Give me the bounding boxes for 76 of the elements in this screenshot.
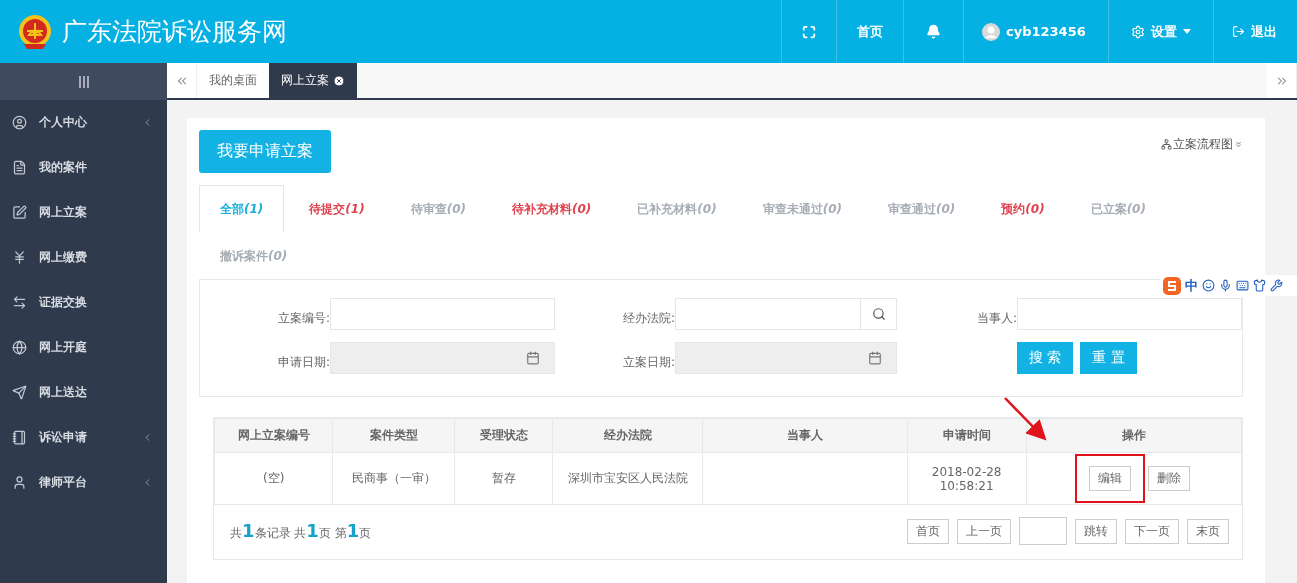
table-cell: (空) <box>263 471 285 485</box>
bell-icon <box>926 24 941 39</box>
column-header: 受理状态 <box>454 418 553 453</box>
double-chevron-down-icon <box>1234 140 1243 149</box>
column-header: 当事人 <box>702 418 908 453</box>
page-button[interactable]: 末页 <box>1187 518 1229 544</box>
caret-icon <box>1183 29 1191 34</box>
document-icon <box>12 160 27 175</box>
field-label: 申请日期: <box>276 353 330 371</box>
table-cell: 深圳市宝安区人民法院 <box>567 471 688 485</box>
jump-button[interactable]: 跳转 <box>1075 518 1117 544</box>
sidebar-toggle[interactable] <box>0 63 167 100</box>
column-header: 经办法院 <box>552 418 703 453</box>
field-label: 立案日期: <box>621 353 675 371</box>
flowchart-link[interactable]: 立案流程图 <box>1161 136 1243 153</box>
sidebar-item[interactable]: 网上送达 <box>0 370 167 415</box>
close-icon[interactable] <box>333 74 345 87</box>
site-title: 广东法院诉讼服务网 <box>62 16 287 48</box>
sidebar-item[interactable]: 律师平台 <box>0 460 167 505</box>
send-icon <box>12 385 27 400</box>
column-header: 网上立案编号 <box>214 418 333 453</box>
sidebar-item[interactable]: 证据交换 <box>0 280 167 325</box>
field-label: 立案编号: <box>276 309 330 327</box>
table-cell: 民商事（一审） <box>351 471 436 485</box>
user-icon <box>12 475 27 490</box>
keyboard-icon <box>1236 279 1249 292</box>
sidebar-item[interactable]: 网上开庭 <box>0 325 167 370</box>
swap-icon <box>12 295 27 310</box>
wrench-icon <box>1270 279 1283 292</box>
calendar-icon <box>868 351 882 365</box>
input-field[interactable] <box>330 298 555 330</box>
sidebar-item[interactable]: 网上缴费 <box>0 235 167 280</box>
shirt-icon <box>1253 279 1266 292</box>
input-field[interactable] <box>1017 298 1242 330</box>
page-button[interactable]: 下一页 <box>1125 518 1179 544</box>
date-field[interactable] <box>330 342 555 374</box>
field-label: 当事人: <box>975 309 1017 327</box>
page-button[interactable]: 上一页 <box>957 518 1011 544</box>
page-button[interactable]: 首页 <box>907 518 949 544</box>
date-field[interactable] <box>675 342 897 374</box>
court-emblem-icon <box>18 13 52 50</box>
smile-icon <box>1202 279 1215 292</box>
page-tab[interactable]: 网上立案 <box>269 63 357 98</box>
logout-icon <box>1232 25 1245 38</box>
yen-icon <box>12 250 27 265</box>
avatar-icon <box>982 22 1000 41</box>
annotation-arrow <box>1004 397 1047 441</box>
page-number-field[interactable] <box>1019 517 1067 545</box>
menu-icon <box>78 75 89 88</box>
globe-icon <box>12 340 27 355</box>
user-circle-icon <box>12 115 27 130</box>
sidebar-item[interactable]: 诉讼申请 <box>0 415 167 460</box>
column-header: 操作 <box>1026 418 1242 453</box>
notebook-icon <box>12 430 27 445</box>
edit-button[interactable]: 编辑 <box>1088 466 1131 491</box>
flowchart-icon <box>1161 139 1172 150</box>
record-summary: 共1条记录 共1页 第1页 <box>230 520 372 542</box>
delete-button[interactable]: 删除 <box>1147 466 1190 491</box>
table-cell-text: 2018-02-28 10:58:21 <box>930 464 1003 493</box>
sidebar-item[interactable]: 网上立案 <box>0 190 167 235</box>
calendar-icon <box>526 351 540 365</box>
sidebar-item[interactable]: 个人中心 <box>0 100 167 145</box>
input-field[interactable] <box>675 298 897 330</box>
column-header: 案件类型 <box>332 418 455 453</box>
column-header: 申请时间 <box>907 418 1027 453</box>
edit-icon <box>12 205 27 220</box>
sidebar-item[interactable]: 我的案件 <box>0 145 167 190</box>
microphone-icon <box>1219 279 1232 292</box>
scroll-left-button[interactable] <box>167 63 197 98</box>
scroll-right-button[interactable] <box>1267 63 1297 98</box>
settings-icon <box>1131 24 1145 39</box>
input-mode: 中 <box>1185 276 1198 295</box>
table-cell: 暂存 <box>491 471 516 485</box>
page-tab[interactable]: 我的桌面 <box>197 63 269 98</box>
fullscreen-icon <box>802 24 816 39</box>
field-label: 经办法院: <box>621 309 675 327</box>
